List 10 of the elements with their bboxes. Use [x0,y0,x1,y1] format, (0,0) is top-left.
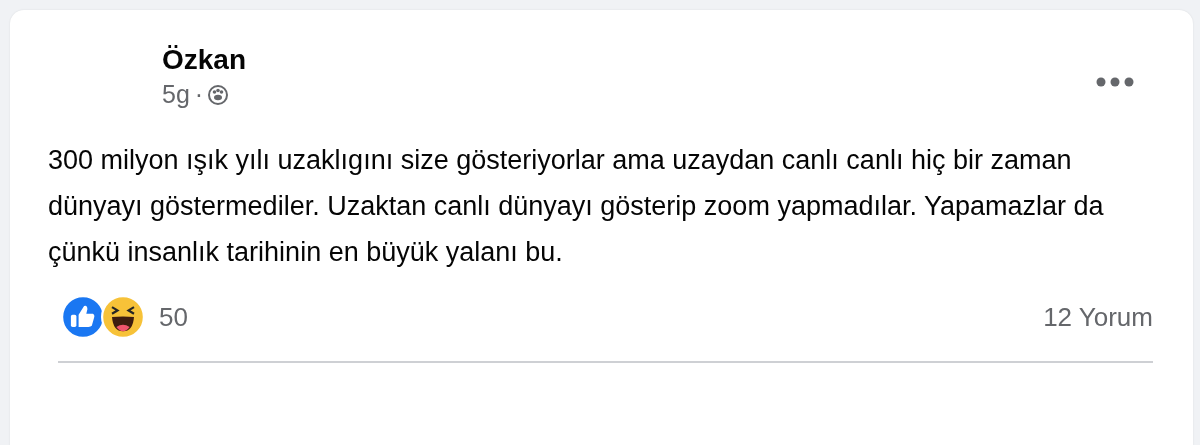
more-options-icon[interactable] [1095,76,1135,88]
separator: · [194,80,204,109]
like-icon[interactable] [61,295,105,339]
post-time[interactable]: 5g [162,80,190,109]
reaction-count[interactable]: 50 [159,301,188,333]
group-audience-icon [208,84,229,105]
post-text: 300 milyon ışık yılı uzaklıgını size gösteriyorlar ama uzaydan canlı canlı hiç bir zaman dünyayı göstermediler. Uzaktan canlı dünyayı gösterip zoom yapmadılar. Yapamazlar da çünkü insanlık tarihinin en büyük yalanı bu. [48,144,1105,269]
comment-count[interactable]: 12 Yorum [1043,301,1153,333]
author-name[interactable]: Özkan [162,42,247,78]
laughing-emoji-icon[interactable] [101,295,145,339]
